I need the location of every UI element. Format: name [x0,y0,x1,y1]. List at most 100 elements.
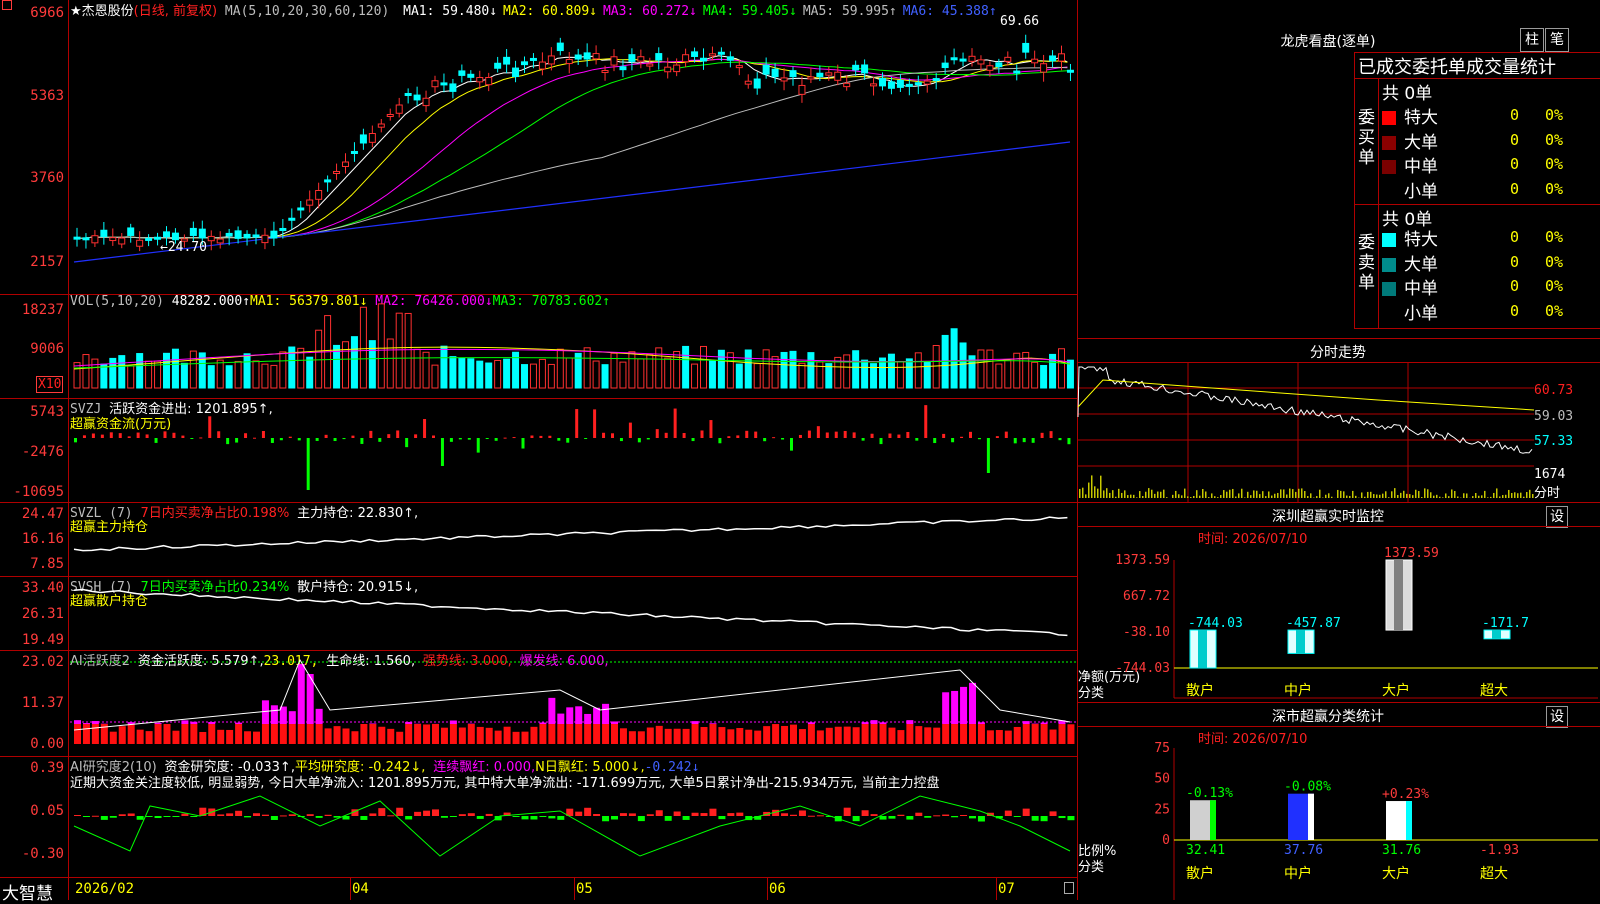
activity-bar-red [477,727,484,744]
intraday-volume-bar [1160,492,1162,498]
intraday-chart[interactable] [1078,362,1600,502]
volume-bar [951,329,957,388]
activity-bar-red [405,724,412,744]
volume-bar [486,363,492,388]
intraday-volume-bar [1172,495,1174,498]
flow-bar [593,409,596,438]
candle [459,71,465,75]
intraday-volume-bar [1259,494,1261,498]
divider [1078,702,1600,703]
intraday-volume-bar [1280,489,1282,498]
flow-bar [119,433,122,438]
volume-bar [92,359,98,388]
volume-bar [298,348,304,388]
candle [495,63,501,68]
research-bar [602,816,609,821]
candle [119,238,125,244]
volume-bar [853,351,859,388]
activity-bar-red [960,724,967,744]
research-bar [360,816,367,820]
flow-bar [978,438,981,439]
tick-mode-button[interactable]: 笔 [1545,28,1569,52]
monitor-value-label: 1373.59 [1384,546,1439,561]
volume-bar [888,354,894,388]
research-bar [441,816,448,818]
intraday-volume-bar [1217,497,1219,498]
volume-bar [190,351,196,388]
candle [602,71,608,73]
intraday-volume-bar [1436,495,1438,498]
research-bar [808,816,815,817]
classify-settings-button[interactable]: 设 [1546,706,1568,728]
monitor-settings-button[interactable]: 设 [1546,506,1568,528]
intraday-volume-bar [1148,488,1150,498]
monitor-category-label: 散户 [1186,682,1214,699]
intraday-volume-bar [1364,497,1366,498]
candle [199,229,205,238]
activity-bar-red [951,724,958,744]
research-bar [1067,816,1074,820]
high-price-label: 69.66 [1000,14,1039,29]
x-tick-mark [767,877,768,900]
activity-bar-red [942,724,949,744]
activity-bar-red [727,729,734,744]
candle [208,236,214,240]
flow-bar [817,426,820,438]
volume-bar [468,359,474,388]
holding-line [74,517,1067,551]
activity-bar-red [441,728,448,744]
candle [665,67,671,72]
flow-bar [181,436,184,438]
flow-bar [146,434,149,438]
intraday-volume-bar [1388,497,1390,498]
flow-bar [459,438,462,439]
intraday-volume-bar [1439,497,1441,498]
candle [74,237,80,239]
intraday-volume-bar [1379,495,1381,498]
candle [862,65,868,73]
flow-bar [495,438,498,441]
monitor-value-label: -457.87 [1286,616,1341,631]
intraday-volume-bar [1373,494,1375,498]
volume-bar [1005,360,1011,388]
bar-mode-button[interactable]: 柱 [1520,28,1544,52]
intraday-volume-bar [1352,491,1354,498]
sell-side-label: 委卖单 [1358,233,1376,293]
candle [486,77,492,84]
lock-icon[interactable] [1064,882,1074,894]
flow-bar [969,432,972,438]
intraday-volume-bar [1157,492,1159,498]
activity-bar-red [164,724,171,744]
candle [289,218,295,220]
intraday-volume-bar [1319,490,1321,498]
intraday-volume-bar [1286,495,1288,498]
intraday-volume-bar [1214,496,1216,498]
main-chart-area[interactable]: ★杰恩股份(日线, 前复权) MA(5,10,20,30,60,120) MA1… [0,0,1078,900]
research-bar [190,816,197,817]
intraday-volume-bar [1466,493,1468,498]
activity-bar-red [862,724,869,744]
research-bar [468,813,475,816]
intraday-volume-bar [1451,489,1453,498]
volume-bar [817,362,823,388]
activity-bar-magenta [692,721,699,724]
intraday-volume-bar [1226,492,1228,498]
research-bar [74,815,81,816]
intraday-volume-bar [1238,493,1240,498]
candle [1023,43,1029,52]
activity-bar-red [987,730,994,744]
legend-swatch [1382,185,1396,199]
volume-bar [1067,360,1073,388]
activity-bar-red [423,724,430,744]
activity-bar-red [289,724,296,744]
candle [683,55,689,62]
research-bar [271,816,278,820]
activity-bar-red [539,724,546,744]
activity-bar-magenta [557,714,564,724]
research-bar [656,810,663,816]
volume-bar [495,360,501,388]
candle [360,135,366,143]
legend-swatch [1382,258,1396,272]
x-tick: 04 [352,881,369,897]
flow-bar [1032,438,1035,443]
